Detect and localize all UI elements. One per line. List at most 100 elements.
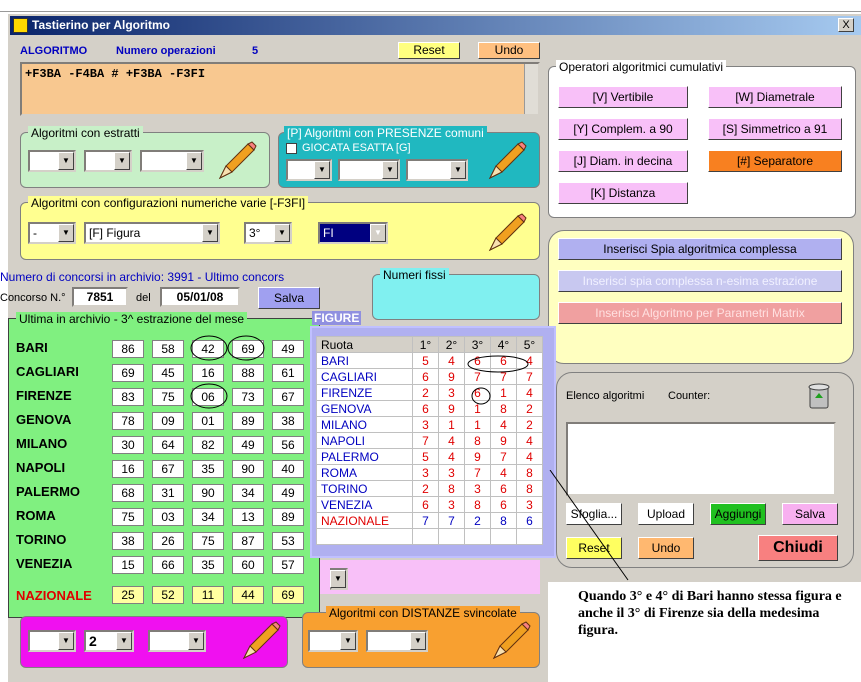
ruota-name: NAPOLI <box>16 460 66 475</box>
numero-box: 83 <box>112 388 144 406</box>
numero-operazioni-value: 5 <box>252 45 259 57</box>
presenze-select-3[interactable]: ▼ <box>406 159 468 181</box>
figure-header-cell: 3° <box>464 336 491 353</box>
spia-complessa-button[interactable]: Inserisci Spia algoritmica complessa <box>558 238 842 260</box>
firenze-highlight-circle <box>190 383 228 409</box>
distanza-button[interactable]: [K] Distanza <box>558 182 688 204</box>
counter-label: Counter: <box>668 390 711 402</box>
numero-box: 38 <box>112 532 144 550</box>
presenze-select-1[interactable]: ▼ <box>286 159 332 181</box>
vertibile-button[interactable]: [V] Vertibile <box>558 86 688 108</box>
estratti-select-1[interactable]: ▼ <box>28 150 76 172</box>
elenco-salva-button[interactable]: Salva <box>782 503 838 525</box>
algoritmo-label: ALGORITMO <box>20 45 88 57</box>
numero-box: 49 <box>272 340 304 358</box>
figure-title: FIGURE <box>312 311 362 325</box>
giocata-checkbox[interactable] <box>286 143 297 154</box>
diam-decina-button[interactable]: [J] Diam. in decina <box>558 150 688 172</box>
estratti-title: Algoritmi con estratti <box>28 126 143 140</box>
simmetrico-button[interactable]: [S] Simmetrico a 91 <box>708 118 842 140</box>
config-select-4[interactable]: FI ▼ <box>318 222 388 244</box>
numero-box: 13 <box>232 508 264 526</box>
numero-box: 40 <box>272 460 304 478</box>
archivio-info: Numero di concorsi in archivio: 3991 - U… <box>0 270 285 284</box>
figure-header-cell: 2° <box>438 336 465 353</box>
numero-box: 03 <box>152 508 184 526</box>
recycle-bin-icon[interactable] <box>806 382 832 410</box>
data-input[interactable]: 05/01/08 <box>160 287 240 307</box>
figure-value-cell: 9 <box>464 448 491 465</box>
pencil-icon[interactable] <box>238 620 282 664</box>
bottom-select-3[interactable]: ▼ <box>148 630 206 652</box>
distanze-select-1[interactable]: ▼ <box>308 630 358 652</box>
figure-row[interactable]: PALERMO 5 4 9 7 4 <box>316 448 543 465</box>
estratti-select-3[interactable]: ▼ <box>140 150 204 172</box>
presenze-select-2[interactable]: ▼ <box>338 159 400 181</box>
figure-ruota-cell: VENEZIA <box>316 496 413 513</box>
archivio-salva-button[interactable]: Salva <box>258 287 320 309</box>
bottom-select-2[interactable]: 2 ▼ <box>84 630 134 652</box>
figure-value-cell: 2 <box>412 480 439 497</box>
separatore-button[interactable]: [#] Separatore <box>708 150 842 172</box>
undo-button[interactable]: Undo <box>478 42 540 59</box>
ruota-name: BARI <box>16 340 48 355</box>
pencil-icon[interactable] <box>484 140 528 184</box>
figure-row[interactable]: MILANO 3 1 1 4 2 <box>316 416 543 433</box>
figure-row[interactable]: ROMA 3 3 7 4 8 <box>316 464 543 481</box>
numero-box: 67 <box>152 460 184 478</box>
figure-row[interactable]: FIRENZE 2 3 6 1 4 <box>316 384 543 401</box>
figure-row[interactable]: TORINO 2 8 3 6 8 <box>316 480 543 497</box>
chiudi-button[interactable]: Chiudi <box>758 535 838 561</box>
numero-box: 86 <box>112 340 144 358</box>
close-button[interactable]: X <box>838 18 854 32</box>
numero-box: 89 <box>232 412 264 430</box>
ruota-name: ROMA <box>16 508 56 523</box>
diametrale-button[interactable]: [W] Diametrale <box>708 86 842 108</box>
cumulativi-title: Operatori algoritmici cumulativi <box>556 60 727 74</box>
figure-value-cell: 9 <box>438 400 465 417</box>
figure-value-cell: 4 <box>438 448 465 465</box>
figure-value-cell: 3 <box>412 464 439 481</box>
figure-row[interactable]: NAPOLI 7 4 8 9 4 <box>316 432 543 449</box>
complem-button[interactable]: [Y] Complem. a 90 <box>558 118 688 140</box>
hidden-select[interactable]: ▼ <box>330 568 348 590</box>
config-select-3[interactable]: 3° ▼ <box>244 222 292 244</box>
figure-row[interactable]: VENEZIA 6 3 8 6 3 <box>316 496 543 513</box>
numero-box: 90 <box>192 484 224 502</box>
concorso-input[interactable]: 7851 <box>72 287 128 307</box>
formula-text: +F3BA -F4BA # +F3BA -F3FI <box>25 67 206 81</box>
parametri-matrix-button[interactable]: Inserisci Algoritmo per Parametri Matrix <box>558 302 842 324</box>
pencil-icon[interactable] <box>484 212 528 256</box>
config-select-1[interactable]: - ▼ <box>28 222 76 244</box>
bottom-select-1[interactable]: ▼ <box>28 630 76 652</box>
numero-box: 16 <box>112 460 144 478</box>
config-select-2[interactable]: [F] Figura ▼ <box>84 222 220 244</box>
nazionale-numero-box: 11 <box>192 586 224 604</box>
numero-box: 82 <box>192 436 224 454</box>
distanze-select-2[interactable]: ▼ <box>366 630 428 652</box>
nazionale-numero-box: 69 <box>272 586 304 604</box>
elenco-undo-button[interactable]: Undo <box>638 537 694 559</box>
numero-box: 49 <box>232 436 264 454</box>
figure-empty-row <box>316 528 543 545</box>
figure-value-cell: 4 <box>516 448 543 465</box>
numero-box: 45 <box>152 364 184 382</box>
numero-box: 60 <box>232 556 264 574</box>
pencil-icon[interactable] <box>488 620 532 664</box>
ruota-name: VENEZIA <box>16 556 73 571</box>
config-select-1-value: - <box>33 226 37 240</box>
numero-box: 78 <box>112 412 144 430</box>
figure-row[interactable]: GENOVA 6 9 1 8 2 <box>316 400 543 417</box>
pencil-icon[interactable] <box>214 140 258 184</box>
figure-row[interactable]: NAZIONALE 7 7 2 8 6 <box>316 512 543 529</box>
reset-button[interactable]: Reset <box>398 42 460 59</box>
formula-scrollbar[interactable] <box>524 64 538 114</box>
formula-textarea[interactable]: +F3BA -F4BA # +F3BA -F3FI <box>20 62 540 116</box>
spia-nesima-button[interactable]: Inserisci spia complessa n-esima estrazi… <box>558 270 842 292</box>
estratti-select-2[interactable]: ▼ <box>84 150 132 172</box>
ruota-name: CAGLIARI <box>16 364 79 379</box>
upload-button[interactable]: Upload <box>638 503 694 525</box>
aggiungi-button[interactable]: Aggiungi <box>710 503 766 525</box>
figure-value-cell: 2 <box>516 416 543 433</box>
numero-box: 75 <box>152 388 184 406</box>
